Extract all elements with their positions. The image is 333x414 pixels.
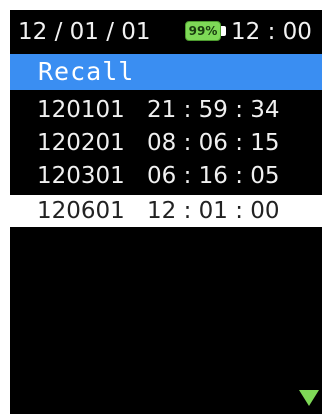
battery-level: 99% [185,21,221,41]
list-item[interactable]: 120201 08 : 06 : 15 [10,127,322,159]
status-bar: 12 / 01 / 01 99% 12 : 00 [10,10,322,52]
battery-icon: 99% [185,21,227,43]
device-screen: 12 / 01 / 01 99% 12 : 00 Recall 120101 2… [10,10,322,414]
record-time: 06 : 16 : 05 [147,163,280,189]
record-code: 120301 [37,163,125,189]
status-date: 12 / 01 / 01 [18,19,151,45]
status-time: 12 : 00 [231,19,312,45]
record-code: 120601 [37,198,125,224]
record-time: 12 : 01 : 00 [147,198,280,224]
record-code: 120201 [37,130,125,156]
record-code: 120101 [37,97,125,123]
list-item-selected[interactable]: 120601 12 : 01 : 00 [10,195,322,227]
battery-tip [221,26,226,36]
recall-header: Recall [10,54,322,90]
scroll-down-icon[interactable] [299,390,319,406]
record-time: 21 : 59 : 34 [147,97,280,123]
record-time: 08 : 06 : 15 [147,130,280,156]
page-title: Recall [38,57,135,86]
list-item[interactable]: 120101 21 : 59 : 34 [10,94,322,126]
list-item[interactable]: 120301 06 : 16 : 05 [10,160,322,192]
